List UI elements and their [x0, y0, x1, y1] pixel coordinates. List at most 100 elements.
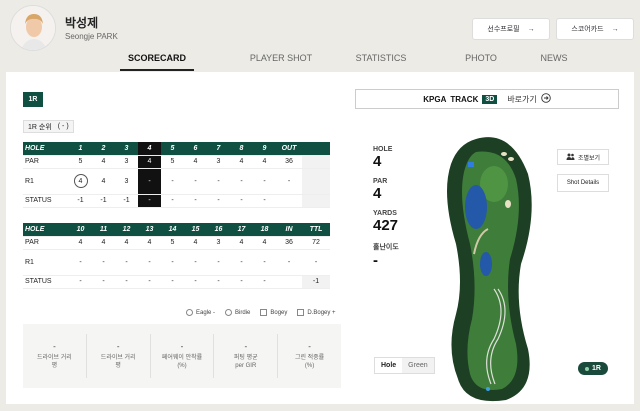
- table-cell: -: [184, 249, 207, 276]
- table-cell: -: [207, 194, 230, 208]
- round-pill-label: 1R: [592, 365, 601, 372]
- table-cell: 4: [253, 155, 276, 169]
- table-cell: -1: [92, 194, 115, 208]
- table-cell: -: [115, 249, 138, 276]
- table-cell: 4: [184, 155, 207, 169]
- row-label: STATUS: [23, 194, 69, 208]
- table-cell: 3: [207, 155, 230, 169]
- tab-news[interactable]: NEWS: [534, 50, 574, 71]
- table-cell: 4: [115, 236, 138, 250]
- map-view-toggle: Hole Green: [374, 357, 435, 374]
- stat-item: - 퍼팅 평균 per GIR: [214, 334, 279, 378]
- table-cell: -: [253, 275, 276, 289]
- table-cell: 4: [92, 155, 115, 169]
- table-cell: -: [184, 194, 207, 208]
- stat-item: - 페어웨이 안착률 (%): [151, 334, 215, 378]
- difficulty-label: 홀난이도: [373, 244, 399, 251]
- table-cell: -: [92, 275, 115, 289]
- legend-dbogey: D.Bogey +: [297, 309, 336, 316]
- header-cell: [302, 142, 330, 156]
- table-cell: [276, 194, 302, 208]
- score-legend: Eagle - Birdie Bogey D.Bogey +: [186, 309, 336, 316]
- scorecard-button[interactable]: 스코어카드 →: [556, 18, 634, 40]
- table-cell: 36: [276, 236, 302, 250]
- header-cell: 2: [92, 142, 115, 156]
- legend-bogey-label: Bogey: [270, 309, 288, 316]
- table-cell: -: [276, 249, 302, 276]
- yards-value: 427: [373, 217, 399, 234]
- hole-label: HOLE: [373, 146, 393, 153]
- header-cell: 17: [230, 223, 253, 237]
- table-cell: -: [161, 249, 184, 276]
- table-cell: 4: [230, 155, 253, 169]
- stat-label: 페어웨이 안착률 (%): [161, 354, 203, 369]
- player-avatar: [10, 5, 56, 51]
- table-cell-current: -: [138, 194, 161, 208]
- circle-icon: [225, 309, 233, 316]
- tab-player-shot[interactable]: PLAYER SHOT: [224, 50, 338, 71]
- tab-photo[interactable]: PHOTO: [456, 50, 506, 71]
- table-cell: 5: [69, 155, 92, 169]
- circle-arrow-icon: [541, 93, 551, 105]
- tab-scorecard[interactable]: SCORECARD: [120, 50, 194, 71]
- legend-dbogey-label: D.Bogey +: [307, 309, 336, 316]
- player-profile-button[interactable]: 선수프로필 →: [472, 18, 550, 40]
- round-pill[interactable]: 1R: [578, 362, 608, 375]
- player-profile-label: 선수프로필: [487, 26, 520, 33]
- legend-birdie-label: Birdie: [235, 309, 251, 316]
- table-cell: -: [230, 249, 253, 276]
- toggle-hole[interactable]: Hole: [375, 358, 403, 373]
- yards-label: YARDS: [373, 210, 397, 217]
- table-header-row: HOLE 10 11 12 13 14 15 16 17 18 IN TTL: [23, 223, 330, 237]
- round-badge[interactable]: 1R: [23, 92, 43, 107]
- double-circle-icon: [186, 309, 193, 316]
- header-cell: 10: [69, 223, 92, 237]
- table-cell: -: [230, 275, 253, 289]
- table-cell: 4: [92, 168, 115, 195]
- table-cell: -: [161, 194, 184, 208]
- stat-label: 그린 적중률 (%): [294, 354, 325, 369]
- table-cell: 4: [184, 236, 207, 250]
- arrow-right-icon: →: [611, 25, 619, 33]
- arrow-right-icon: →: [527, 25, 535, 33]
- table-cell: -: [138, 275, 161, 289]
- scorecard-panel: 1R 1R 순위 ( - ) HOLE 1 2 3 4 5 6 7 8 9 OU…: [6, 72, 634, 404]
- table-cell: -: [253, 168, 276, 195]
- header-cell: 6: [184, 142, 207, 156]
- header-cell: HOLE: [23, 223, 69, 237]
- header-cell: 13: [138, 223, 161, 237]
- table-cell-current: -: [138, 168, 161, 195]
- front-nine-table: HOLE 1 2 3 4 5 6 7 8 9 OUT PAR 5 4 3 4 5…: [23, 142, 330, 208]
- header-cell: 15: [184, 223, 207, 237]
- table-cell: 3: [207, 236, 230, 250]
- table-cell: 5: [161, 155, 184, 169]
- header-cell: 16: [207, 223, 230, 237]
- kpga-track-link[interactable]: KPGA TRACK 3D 바로가기: [355, 89, 619, 109]
- table-header-row: HOLE 1 2 3 4 5 6 7 8 9 OUT: [23, 142, 330, 156]
- table-cell: -: [92, 249, 115, 276]
- table-row: PAR 5 4 3 4 5 4 3 4 4 36: [23, 155, 330, 169]
- legend-bogey: Bogey: [260, 309, 287, 316]
- row-label: R1: [23, 249, 69, 276]
- round-stats: - 드라이브 거리 평 - 드라이브 거리 평 - 페어웨이 안착률 (%) - 퍼팅 …: [23, 324, 341, 388]
- header-cell: 8: [230, 142, 253, 156]
- header-cell: TTL: [302, 223, 330, 237]
- table-cell: 36: [276, 155, 302, 169]
- stat-value: -: [116, 341, 120, 351]
- table-cell: -: [161, 168, 184, 195]
- back-nine-table: HOLE 10 11 12 13 14 15 16 17 18 IN TTL P…: [23, 223, 330, 289]
- group-view-button[interactable]: 조별보기: [557, 149, 609, 165]
- table-row: R1 - - - - - - - - - - -: [23, 249, 330, 276]
- table-cell: -: [184, 275, 207, 289]
- stat-label: 드라이브 거리 평: [100, 354, 136, 369]
- shot-details-button[interactable]: Shot Details: [557, 174, 609, 192]
- header-cell: 11: [92, 223, 115, 237]
- table-cell: -: [230, 168, 253, 195]
- tab-statistics[interactable]: STATISTICS: [346, 50, 416, 71]
- table-row: PAR 4 4 4 4 5 4 3 4 4 36 72: [23, 236, 330, 250]
- table-row: STATUS - - - - - - - - - -1: [23, 275, 330, 289]
- toggle-green[interactable]: Green: [402, 358, 434, 373]
- kpga-link-label: 바로가기: [507, 94, 537, 104]
- stat-value: -: [244, 341, 248, 351]
- people-icon: [566, 153, 575, 162]
